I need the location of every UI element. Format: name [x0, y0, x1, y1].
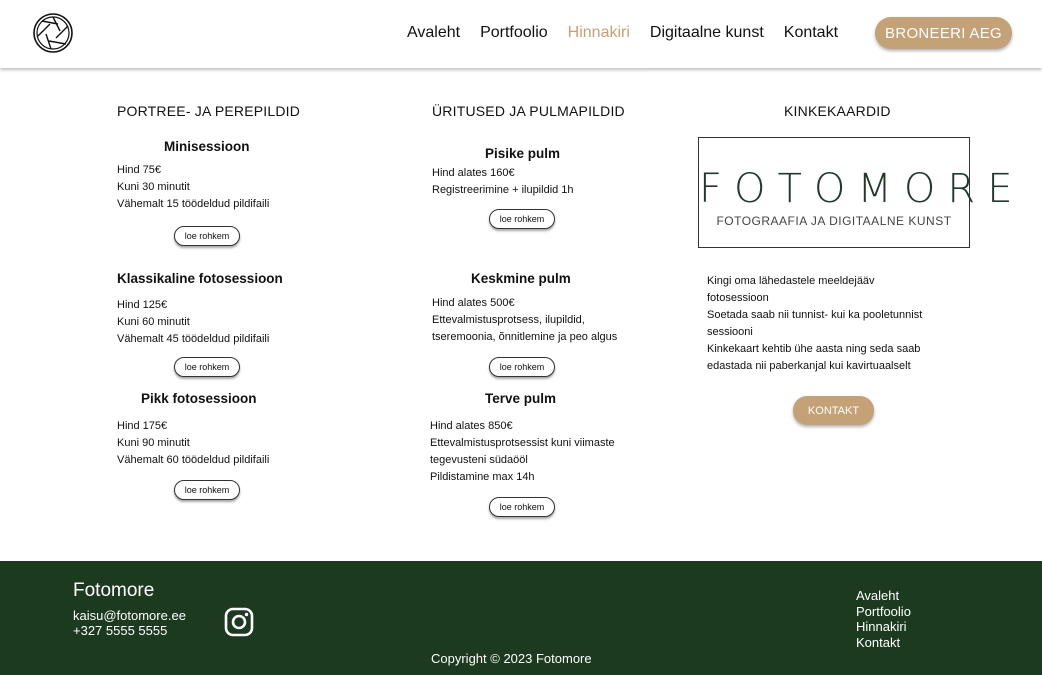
gift-card-description: Kingi oma lähedastele meeldejääv fotoses… [707, 275, 923, 372]
package-details: Hind alates 500€ Ettevalmistusprotsess, … [432, 297, 618, 343]
events-column-title: ÜRITUSED JA PULMAPILDID [432, 103, 625, 119]
read-more-button[interactable]: loe rohkem [174, 480, 240, 500]
main-nav: Avaleht Portfoolio Hinnakiri Digitaalne … [407, 23, 858, 43]
gift-card-subtitle: FOTOGRAAFIA JA DIGITAALNE KUNST [716, 214, 952, 228]
read-more-button[interactable]: loe rohkem [174, 226, 240, 246]
read-more-button[interactable]: loe rohkem [489, 497, 555, 517]
nav-hinnakiri[interactable]: Hinnakiri [568, 23, 630, 43]
footer-link-kontakt[interactable]: Kontakt [856, 635, 911, 651]
divider [240, 68, 650, 69]
package-details: Hind 125€ Kuni 60 minutit Vähemalt 45 tö… [117, 299, 270, 345]
footer-email[interactable]: kaisu@fotomore.ee [73, 608, 186, 623]
read-more-button[interactable]: loe rohkem [489, 357, 555, 377]
footer-link-portfoolio[interactable]: Portfoolio [856, 604, 911, 620]
footer-brand: Fotomore [73, 580, 155, 601]
book-appointment-button[interactable]: BRONEERI AEG [875, 17, 1012, 49]
package-title: Pisike pulm [485, 146, 561, 161]
gift-card-brand: FOTOMORE [699, 166, 1025, 212]
nav-avaleht[interactable]: Avaleht [407, 23, 460, 43]
package-title: Klassikaline fotosessioon [117, 271, 283, 286]
read-more-button[interactable]: loe rohkem [174, 357, 240, 377]
portrait-column-title: PORTREE- JA PEREPILDID [117, 103, 301, 119]
package-details: Hind alates 160€ Registreerimine + ilupi… [432, 167, 574, 196]
nav-digitaalne-kunst[interactable]: Digitaalne kunst [650, 23, 764, 43]
gift-card-image: FOTOMORE FOTOGRAAFIA JA DIGITAALNE KUNST [698, 137, 1025, 248]
site-header: Avaleht Portfoolio Hinnakiri Digitaalne … [0, 0, 1042, 68]
instagram-icon[interactable] [224, 607, 254, 637]
package-title: Terve pulm [485, 391, 557, 406]
footer-links: Avaleht Portfoolio Hinnakiri Kontakt [856, 588, 911, 650]
nav-portfoolio[interactable]: Portfoolio [480, 23, 548, 43]
contact-button[interactable]: KONTAKT [793, 396, 874, 425]
package-details: Hind 175€ Kuni 90 minutit Vähemalt 60 tö… [117, 420, 270, 466]
footer-link-avaleht[interactable]: Avaleht [856, 588, 911, 604]
package-title: Pikk fotosessioon [141, 391, 257, 406]
package-details: Hind 75€ Kuni 30 minutit Vähemalt 15 töö… [117, 164, 270, 210]
footer-copyright: Copyright © 2023 Fotomore [431, 651, 592, 666]
read-more-button[interactable]: loe rohkem [489, 209, 555, 229]
aperture-logo-icon[interactable] [32, 12, 74, 54]
footer-phone[interactable]: +327 5555 5555 [73, 623, 167, 638]
package-title: Keskmine pulm [471, 271, 571, 286]
gift-column-title: KINKEKAARDID [784, 103, 891, 119]
package-details: Hind alates 850€ Ettevalmistusprotsessis… [430, 420, 615, 483]
nav-kontakt[interactable]: Kontakt [784, 23, 838, 43]
package-title: Minisessioon [164, 139, 250, 154]
site-footer: Fotomore kaisu@fotomore.ee +327 5555 555… [0, 561, 1042, 675]
footer-link-hinnakiri[interactable]: Hinnakiri [856, 619, 911, 635]
